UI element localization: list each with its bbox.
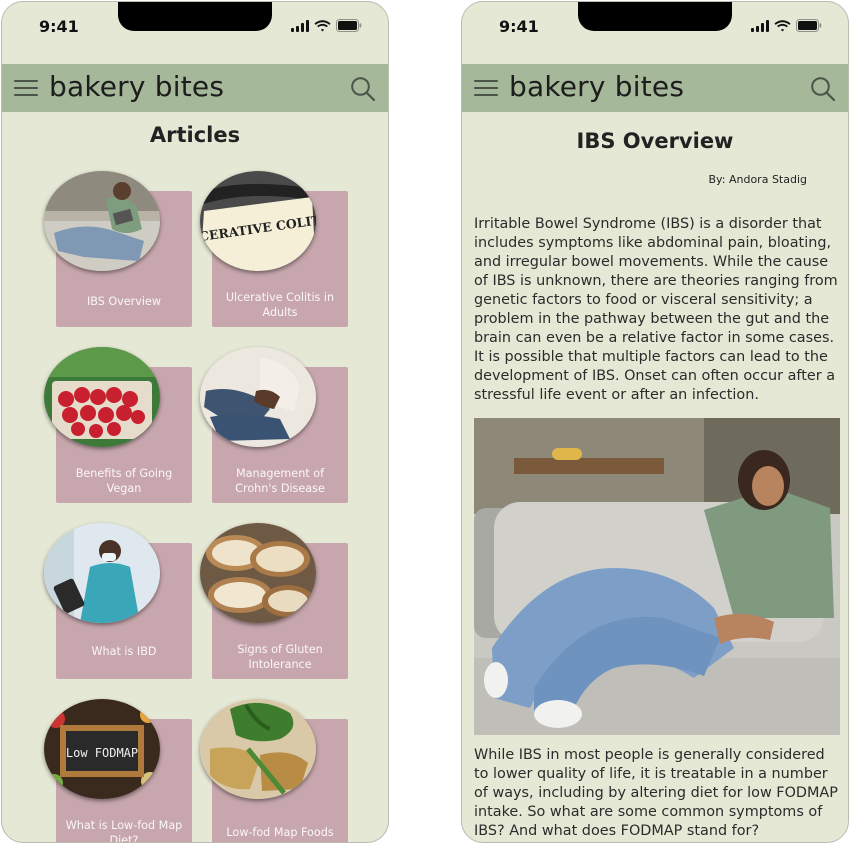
article-card-ibs-overview[interactable]: IBS Overview xyxy=(44,171,192,327)
article-paragraph: Irritable Bowel Syndrome (IBS) is a diso… xyxy=(474,216,838,403)
cellular-signal-icon xyxy=(291,19,309,32)
article-card-ulcerative-colitis[interactable]: ULCERATIVE COLITIS Ulcerative Colitis in… xyxy=(200,171,348,327)
ulcerative-colitis-note-image: ULCERATIVE COLITIS xyxy=(200,171,316,271)
wifi-icon xyxy=(774,19,791,32)
sliced-bread-image xyxy=(200,523,316,623)
card-label: What is Low-fod Map Diet? xyxy=(65,819,183,843)
article-card-what-is-low-fod-map-diet[interactable]: Low FODMAP What is Low-fod Map Diet? xyxy=(44,699,192,843)
articles-screen: 9:41 bakery bites Articles IBS Overview … xyxy=(1,1,389,843)
device-notch xyxy=(118,2,272,31)
app-bar: bakery bites xyxy=(462,64,848,112)
battery-icon xyxy=(796,19,822,32)
hamburger-menu-icon[interactable] xyxy=(474,80,498,97)
search-icon[interactable] xyxy=(810,76,836,102)
app-brand-title: bakery bites xyxy=(49,70,225,103)
page-title: Articles xyxy=(149,123,241,147)
hamburger-menu-icon[interactable] xyxy=(14,80,38,97)
strawberries-image xyxy=(44,347,160,447)
article-paragraph: While IBS in most people is generally co… xyxy=(474,747,838,839)
article-author: By: Andora Stadig xyxy=(708,173,807,186)
device-notch xyxy=(578,2,732,31)
article-title: IBS Overview xyxy=(576,129,734,153)
app-bar: bakery bites xyxy=(2,64,388,112)
card-label: Benefits of Going Vegan xyxy=(75,467,173,495)
status-bar: 9:41 xyxy=(462,2,848,64)
status-bar: 9:41 xyxy=(2,2,388,64)
vegetable-dish-image xyxy=(200,699,316,799)
wifi-icon xyxy=(314,19,331,32)
cellular-signal-icon xyxy=(751,19,769,32)
status-time: 9:41 xyxy=(39,17,79,36)
low-fodmap-chalkboard-image: Low FODMAP xyxy=(44,699,160,799)
woman-lying-on-couch-image xyxy=(474,418,840,735)
search-icon[interactable] xyxy=(350,76,376,102)
woman-on-couch-image xyxy=(44,171,160,271)
battery-icon xyxy=(336,19,362,32)
article-detail-screen: 9:41 bakery bites IBS Overview By: Andor… xyxy=(461,1,849,843)
article-card-low-fod-map-foods[interactable]: Low-fod Map Foods xyxy=(200,699,348,842)
article-card-benefits-of-going-vegan[interactable]: Benefits of Going Vegan xyxy=(44,347,192,503)
status-time: 9:41 xyxy=(499,17,539,36)
article-card-what-is-ibd[interactable]: What is IBD xyxy=(44,523,192,679)
low-fodmap-text: Low FODMAP xyxy=(66,746,138,760)
status-icons xyxy=(291,19,362,32)
app-brand-title: bakery bites xyxy=(509,70,685,103)
card-label: Management of Crohn's Disease xyxy=(235,467,325,495)
card-label: What is IBD xyxy=(91,645,157,658)
article-card-signs-of-gluten-intolerance[interactable]: Signs of Gluten Intolerance xyxy=(200,523,348,679)
person-holding-stomach-image xyxy=(200,347,316,447)
card-label: Ulcerative Colitis in Adults xyxy=(225,291,335,319)
card-label: Low-fod Map Foods xyxy=(226,826,334,839)
status-icons xyxy=(751,19,822,32)
doctor-with-tablet-image xyxy=(44,523,160,623)
article-card-management-of-crohns-disease[interactable]: Management of Crohn's Disease xyxy=(200,347,348,503)
card-label: IBS Overview xyxy=(86,295,162,308)
card-label: Signs of Gluten Intolerance xyxy=(237,643,323,671)
